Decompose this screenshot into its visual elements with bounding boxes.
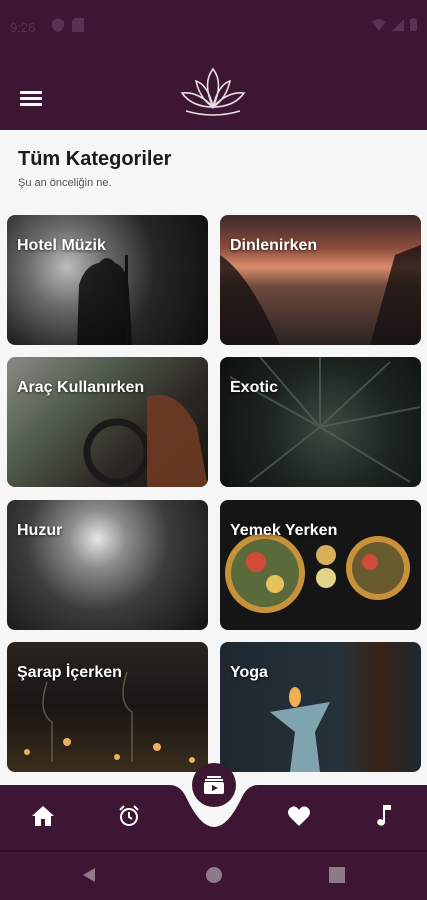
category-label: Exotic (230, 379, 279, 396)
main-content: Tüm Kategoriler Şu an önceliğin ne. Hote… (0, 130, 427, 785)
car-interior-shape (83, 395, 208, 487)
sim-card-icon (72, 18, 84, 32)
heart-icon[interactable] (284, 801, 314, 831)
hamburger-menu-icon[interactable] (20, 91, 42, 107)
category-card-hotel-muzik[interactable]: Hotel Müzik (7, 215, 208, 345)
lounge-chair-silhouette (220, 245, 421, 345)
recents-icon[interactable] (328, 866, 346, 884)
food-bowls-shape (225, 533, 410, 613)
wifi-icon (372, 18, 386, 31)
alarm-clock-icon[interactable] (114, 801, 144, 831)
category-card-arac-kullanirken[interactable]: Araç Kullanırken (7, 357, 208, 487)
performer-silhouette (77, 255, 132, 345)
signal-icon (392, 18, 404, 31)
wine-glasses-shape (24, 671, 195, 763)
category-card-yoga[interactable]: Yoga (220, 642, 421, 772)
category-label: Yemek Yerken (230, 522, 338, 539)
home-icon[interactable] (28, 801, 58, 831)
category-image (7, 500, 208, 630)
category-label: Hotel Müzik (17, 237, 106, 254)
candle-burner-shape (270, 687, 330, 772)
app-bar (0, 55, 427, 130)
status-time: 9:26 (10, 20, 36, 35)
category-label: Yoga (230, 664, 268, 681)
category-label: Huzur (17, 522, 63, 539)
playlist-icon[interactable] (192, 763, 236, 807)
lotus-logo-icon (180, 67, 246, 116)
category-card-huzur[interactable]: Huzur (7, 500, 208, 630)
category-label: Dinlenirken (230, 237, 318, 254)
music-note-icon[interactable] (369, 801, 399, 831)
battery-icon (410, 18, 417, 31)
page-title: Tüm Kategoriler (18, 148, 172, 170)
page-subtitle: Şu an önceliğin ne. (18, 177, 112, 189)
category-card-exotic[interactable]: Exotic (220, 357, 421, 487)
category-card-sarap-icerken[interactable]: Şarap İçerken (7, 642, 208, 772)
category-label: Araç Kullanırken (17, 379, 145, 396)
system-navigation-bar (0, 850, 427, 900)
bottom-navigation (0, 763, 427, 850)
category-card-dinlenirken[interactable]: Dinlenirken (220, 215, 421, 345)
home-circle-icon[interactable] (205, 866, 223, 884)
category-card-yemek-yerken[interactable]: Yemek Yerken (220, 500, 421, 630)
shield-icon (52, 18, 64, 32)
category-label: Şarap İçerken (17, 664, 122, 681)
palm-leaf-shape (229, 357, 421, 483)
status-bar: 9:26 (0, 0, 427, 55)
back-icon[interactable] (80, 866, 98, 884)
